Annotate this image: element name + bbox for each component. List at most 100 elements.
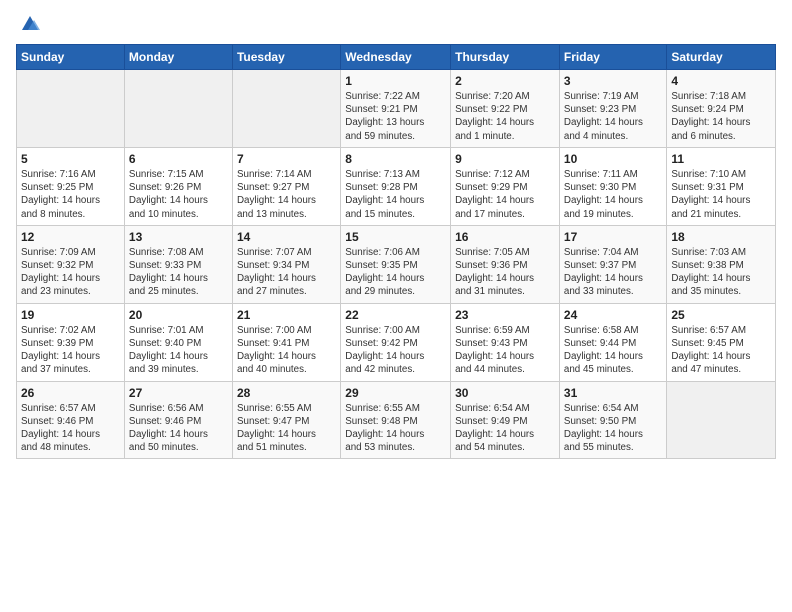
day-info: Sunrise: 6:57 AM Sunset: 9:46 PM Dayligh…: [21, 402, 120, 455]
day-number: 31: [564, 386, 662, 400]
day-info: Sunrise: 7:13 AM Sunset: 9:28 PM Dayligh…: [345, 168, 446, 221]
calendar-cell: 23Sunrise: 6:59 AM Sunset: 9:43 PM Dayli…: [451, 303, 560, 381]
day-number: 26: [21, 386, 120, 400]
day-number: 9: [455, 152, 555, 166]
day-number: 15: [345, 230, 446, 244]
calendar-cell: 6Sunrise: 7:15 AM Sunset: 9:26 PM Daylig…: [124, 147, 232, 225]
calendar-cell: 14 Sunrise: 7:07 AM Sunset: 9:34 PM Dayli…: [232, 225, 340, 303]
day-info: Sunrise: 7:20 AM Sunset: 9:22 PM Dayligh…: [455, 90, 555, 143]
calendar-cell: 4Sunrise: 7:18 AM Sunset: 9:24 PM Daylig…: [667, 70, 776, 148]
week-row-2: 5Sunrise: 7:16 AM Sunset: 9:25 PM Daylig…: [17, 147, 776, 225]
calendar-cell: 1 Sunrise: 7:22 AM Sunset: 9:21 PM Daylig…: [341, 70, 451, 148]
day-info: Sunrise: 6:56 AM Sunset: 9:46 PM Dayligh…: [129, 402, 228, 455]
calendar-cell: 22Sunrise: 7:00 AM Sunset: 9:42 PM Dayli…: [341, 303, 451, 381]
day-info: Sunrise: 6:57 AM Sunset: 9:45 PM Dayligh…: [671, 324, 771, 377]
calendar-cell: [17, 70, 125, 148]
day-number: 25: [671, 308, 771, 322]
header-cell-wednesday: Wednesday: [341, 45, 451, 70]
calendar-cell: 11Sunrise: 7:10 AM Sunset: 9:31 PM Dayli…: [667, 147, 776, 225]
day-number: 5: [21, 152, 120, 166]
week-row-5: 26 Sunrise: 6:57 AM Sunset: 9:46 PM Dayli…: [17, 381, 776, 459]
day-number: 19: [21, 308, 120, 322]
day-number: 17: [564, 230, 662, 244]
day-info: Sunrise: 7:22 AM Sunset: 9:21 PM Dayligh…: [345, 90, 446, 143]
calendar-cell: 30 Sunrise: 6:54 AM Sunset: 9:49 PM Dayli…: [451, 381, 560, 459]
day-info: Sunrise: 7:02 AM Sunset: 9:39 PM Dayligh…: [21, 324, 120, 377]
day-info: Sunrise: 7:00 AM Sunset: 9:42 PM Dayligh…: [345, 324, 446, 377]
calendar-cell: 5Sunrise: 7:16 AM Sunset: 9:25 PM Daylig…: [17, 147, 125, 225]
day-info: Sunrise: 7:03 AM Sunset: 9:38 PM Dayligh…: [671, 246, 771, 299]
day-info: Sunrise: 7:15 AM Sunset: 9:26 PM Dayligh…: [129, 168, 228, 221]
header-cell-sunday: Sunday: [17, 45, 125, 70]
calendar-cell: 20 Sunrise: 7:01 AM Sunset: 9:40 PM Dayli…: [124, 303, 232, 381]
day-number: 20: [129, 308, 228, 322]
day-info: Sunrise: 7:01 AM Sunset: 9:40 PM Dayligh…: [129, 324, 228, 377]
day-info: Sunrise: 7:09 AM Sunset: 9:32 PM Dayligh…: [21, 246, 120, 299]
header-cell-friday: Friday: [559, 45, 666, 70]
page: SundayMondayTuesdayWednesdayThursdayFrid…: [0, 0, 792, 612]
day-number: 2: [455, 74, 555, 88]
logo-icon: [18, 12, 42, 36]
day-number: 28: [237, 386, 336, 400]
day-info: Sunrise: 7:11 AM Sunset: 9:30 PM Dayligh…: [564, 168, 662, 221]
day-number: 8: [345, 152, 446, 166]
day-number: 18: [671, 230, 771, 244]
calendar-cell: 3Sunrise: 7:19 AM Sunset: 9:23 PM Daylig…: [559, 70, 666, 148]
day-info: Sunrise: 7:06 AM Sunset: 9:35 PM Dayligh…: [345, 246, 446, 299]
calendar-cell: 12 Sunrise: 7:09 AM Sunset: 9:32 PM Dayli…: [17, 225, 125, 303]
day-info: Sunrise: 6:58 AM Sunset: 9:44 PM Dayligh…: [564, 324, 662, 377]
calendar-cell: 29 Sunrise: 6:55 AM Sunset: 9:48 PM Dayli…: [341, 381, 451, 459]
day-number: 7: [237, 152, 336, 166]
calendar-cell: [124, 70, 232, 148]
day-number: 29: [345, 386, 446, 400]
header-cell-saturday: Saturday: [667, 45, 776, 70]
day-info: Sunrise: 7:00 AM Sunset: 9:41 PM Dayligh…: [237, 324, 336, 377]
day-info: Sunrise: 7:04 AM Sunset: 9:37 PM Dayligh…: [564, 246, 662, 299]
day-number: 30: [455, 386, 555, 400]
day-info: Sunrise: 7:07 AM Sunset: 9:34 PM Dayligh…: [237, 246, 336, 299]
day-info: Sunrise: 6:54 AM Sunset: 9:50 PM Dayligh…: [564, 402, 662, 455]
calendar-cell: 15 Sunrise: 7:06 AM Sunset: 9:35 PM Dayli…: [341, 225, 451, 303]
day-number: 3: [564, 74, 662, 88]
day-number: 24: [564, 308, 662, 322]
day-number: 21: [237, 308, 336, 322]
calendar-cell: 16Sunrise: 7:05 AM Sunset: 9:36 PM Dayli…: [451, 225, 560, 303]
header: [16, 12, 776, 36]
day-info: Sunrise: 6:54 AM Sunset: 9:49 PM Dayligh…: [455, 402, 555, 455]
calendar-cell: [667, 381, 776, 459]
day-number: 4: [671, 74, 771, 88]
day-info: Sunrise: 7:08 AM Sunset: 9:33 PM Dayligh…: [129, 246, 228, 299]
calendar-cell: 17 Sunrise: 7:04 AM Sunset: 9:37 PM Dayli…: [559, 225, 666, 303]
header-cell-tuesday: Tuesday: [232, 45, 340, 70]
calendar-body: 1 Sunrise: 7:22 AM Sunset: 9:21 PM Daylig…: [17, 70, 776, 459]
calendar-cell: 7 Sunrise: 7:14 AM Sunset: 9:27 PM Daylig…: [232, 147, 340, 225]
calendar-header: SundayMondayTuesdayWednesdayThursdayFrid…: [17, 45, 776, 70]
day-info: Sunrise: 7:05 AM Sunset: 9:36 PM Dayligh…: [455, 246, 555, 299]
week-row-4: 19 Sunrise: 7:02 AM Sunset: 9:39 PM Dayli…: [17, 303, 776, 381]
day-number: 27: [129, 386, 228, 400]
calendar-table: SundayMondayTuesdayWednesdayThursdayFrid…: [16, 44, 776, 459]
logo: [16, 12, 42, 36]
calendar-cell: 28 Sunrise: 6:55 AM Sunset: 9:47 PM Dayli…: [232, 381, 340, 459]
day-info: Sunrise: 7:12 AM Sunset: 9:29 PM Dayligh…: [455, 168, 555, 221]
calendar-cell: 25 Sunrise: 6:57 AM Sunset: 9:45 PM Dayli…: [667, 303, 776, 381]
calendar-cell: 19 Sunrise: 7:02 AM Sunset: 9:39 PM Dayli…: [17, 303, 125, 381]
day-number: 14: [237, 230, 336, 244]
calendar-cell: 8 Sunrise: 7:13 AM Sunset: 9:28 PM Daylig…: [341, 147, 451, 225]
calendar-cell: 21 Sunrise: 7:00 AM Sunset: 9:41 PM Dayli…: [232, 303, 340, 381]
calendar-cell: 18 Sunrise: 7:03 AM Sunset: 9:38 PM Dayli…: [667, 225, 776, 303]
calendar-cell: 10 Sunrise: 7:11 AM Sunset: 9:30 PM Dayli…: [559, 147, 666, 225]
day-number: 10: [564, 152, 662, 166]
header-cell-monday: Monday: [124, 45, 232, 70]
day-info: Sunrise: 6:55 AM Sunset: 9:47 PM Dayligh…: [237, 402, 336, 455]
calendar-cell: 9 Sunrise: 7:12 AM Sunset: 9:29 PM Daylig…: [451, 147, 560, 225]
calendar-cell: [232, 70, 340, 148]
calendar-cell: 24 Sunrise: 6:58 AM Sunset: 9:44 PM Dayli…: [559, 303, 666, 381]
day-info: Sunrise: 6:55 AM Sunset: 9:48 PM Dayligh…: [345, 402, 446, 455]
calendar-cell: 2 Sunrise: 7:20 AM Sunset: 9:22 PM Daylig…: [451, 70, 560, 148]
day-info: Sunrise: 7:14 AM Sunset: 9:27 PM Dayligh…: [237, 168, 336, 221]
day-number: 12: [21, 230, 120, 244]
day-number: 1: [345, 74, 446, 88]
calendar-cell: 27 Sunrise: 6:56 AM Sunset: 9:46 PM Dayli…: [124, 381, 232, 459]
day-info: Sunrise: 7:10 AM Sunset: 9:31 PM Dayligh…: [671, 168, 771, 221]
